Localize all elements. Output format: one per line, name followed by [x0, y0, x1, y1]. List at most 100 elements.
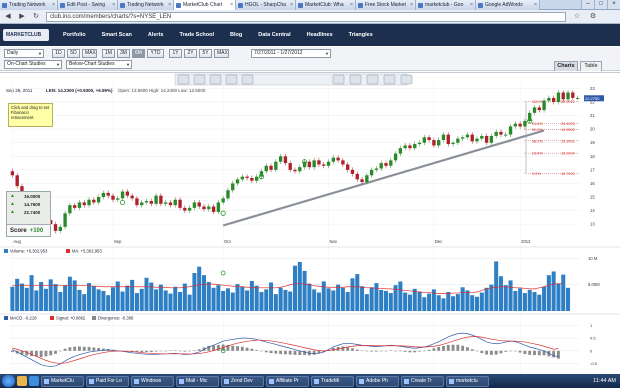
annotate-icon[interactable]	[366, 74, 379, 85]
divergence-bar	[552, 350, 556, 358]
taskbar-item[interactable]: TradeMi	[311, 375, 354, 387]
fibonacci-price: 19.1431	[561, 139, 575, 143]
browser-tab[interactable]: MarketClub Chart ×	[174, 0, 236, 10]
taskbar-item[interactable]: Create Tr	[401, 375, 444, 387]
range-button-1d[interactable]: 1D	[52, 48, 65, 58]
volume-bar	[154, 289, 159, 311]
candle-body	[264, 165, 268, 172]
reload-icon[interactable]: ↻	[30, 11, 42, 22]
close-tab-icon[interactable]: ×	[348, 2, 353, 8]
range-button-max[interactable]: MAX	[82, 48, 97, 58]
taskbar-item[interactable]: MarketClu	[41, 375, 84, 387]
quote-price: LEN: 14.2300 (+0.9300, +6.99%)	[46, 88, 113, 93]
volume-bar	[307, 283, 312, 311]
range-button-5d[interactable]: 5D	[67, 48, 80, 58]
taskbar-item-label: MarketClu	[51, 377, 74, 384]
close-tab-icon[interactable]: ×	[532, 2, 537, 8]
maximize-button[interactable]: □	[594, 0, 607, 9]
forward-icon[interactable]: ▶	[16, 11, 28, 22]
tab-table[interactable]: Table	[580, 61, 602, 71]
minimize-button[interactable]: –	[581, 0, 594, 9]
period-select[interactable]: Daily ▼	[4, 48, 44, 58]
close-tab-icon[interactable]: ×	[228, 2, 233, 8]
browser-tab[interactable]: Trading Network ×	[0, 0, 58, 10]
taskbar-item[interactable]: Zend Dev	[221, 375, 264, 387]
volume-bar	[427, 293, 432, 311]
browser-tab[interactable]: Edit Post - Swing ×	[58, 0, 118, 10]
taskbar-item[interactable]: Affiliate Pr	[266, 375, 309, 387]
browser-tab-title: HGOL - SharpCha	[245, 2, 286, 8]
close-tab-icon[interactable]: ×	[408, 2, 413, 8]
volume-legend: Volume: +6,302,953	[10, 249, 48, 254]
browser-tab[interactable]: marketclub - Goo ×	[416, 0, 476, 10]
browser-tab[interactable]: HGOL - SharpCha ×	[236, 0, 296, 10]
volume-bar	[336, 284, 341, 311]
range-button-5y[interactable]: 5Y	[199, 48, 212, 58]
browser-icon[interactable]	[29, 376, 39, 386]
star-icon[interactable]: ☆	[572, 12, 582, 22]
nav-item-alerts[interactable]: Alerts	[148, 32, 164, 38]
start-button[interactable]	[2, 375, 15, 387]
taskbar-item[interactable]: Adobe Ph	[356, 375, 399, 387]
range-button-ytd[interactable]: YTD	[147, 48, 164, 58]
range-button-6m[interactable]: 6M	[132, 48, 145, 58]
app-icon	[89, 378, 94, 384]
candle-body	[302, 161, 307, 168]
range-button-2y[interactable]: 2Y	[184, 48, 197, 58]
range-button-max[interactable]: MAX	[214, 48, 229, 58]
trend-up-icon[interactable]	[209, 74, 222, 85]
below-chart-studies-select[interactable]: Below-Chart Studies ▼	[66, 60, 132, 69]
nav-item-triangles[interactable]: Triangles	[349, 32, 373, 38]
nav-item-headlines[interactable]: Headlines	[307, 32, 333, 38]
range-button-1y[interactable]: 1Y	[169, 48, 182, 58]
nav-item-trade-school[interactable]: Trade School	[179, 32, 214, 38]
zoom-in-icon[interactable]	[383, 74, 396, 85]
divergence-bar	[169, 350, 172, 352]
cursor-icon[interactable]	[332, 74, 345, 85]
on-chart-studies-select[interactable]: On-Chart Studies ▼	[4, 60, 62, 69]
browser-tab[interactable]: Free Stock Market ×	[356, 0, 416, 10]
signal-legend: Signal: +0.0862	[56, 316, 86, 321]
candle-body	[322, 164, 326, 166]
wrench-icon[interactable]: ⚙	[588, 12, 598, 22]
price-chart[interactable]: Sep 29, 2011 LEN: 14.2300 (+0.9300, +6.99…	[0, 73, 620, 375]
volume-bar	[201, 275, 207, 311]
taskbar-item[interactable]: marketclu	[446, 375, 489, 387]
nav-item-data-central[interactable]: Data Central	[258, 32, 290, 38]
back-icon[interactable]: ◀	[2, 11, 14, 22]
nav-item-blog[interactable]: Blog	[230, 32, 242, 38]
close-tab-icon[interactable]: ×	[288, 2, 293, 8]
range-button-3m[interactable]: 3M	[117, 48, 130, 58]
divergence-bar	[82, 346, 86, 351]
close-window-button[interactable]: ×	[607, 0, 620, 9]
nav-item-portfolio[interactable]: Portfolio	[63, 32, 86, 38]
volume-bar	[489, 284, 494, 311]
alert-tool-icon[interactable]	[241, 74, 254, 85]
range-button-1m[interactable]: 1M	[102, 48, 115, 58]
taskbar-item[interactable]: Mail - Mic	[176, 375, 219, 387]
browser-tab[interactable]: Google AdWords ×	[476, 0, 540, 10]
folder-icon[interactable]	[17, 376, 27, 386]
app-icon	[44, 378, 49, 384]
nav-item-smart-scan[interactable]: Smart Scan	[102, 32, 132, 38]
fibonacci-tool-icon[interactable]	[177, 74, 190, 85]
browser-tab[interactable]: Trading Network ×	[118, 0, 174, 10]
volume-bar	[503, 285, 508, 311]
date-range-select[interactable]: 7/27/2011 - 1/27/2012 ▼	[251, 48, 331, 58]
crosshair-icon[interactable]	[349, 74, 362, 85]
zoom-out-icon[interactable]	[400, 74, 413, 85]
close-tab-icon[interactable]: ×	[110, 2, 115, 8]
divergence-bar	[456, 344, 460, 351]
triangle-tool-icon[interactable]	[193, 74, 206, 85]
tab-charts[interactable]: Charts	[554, 61, 578, 71]
taskbar-item[interactable]: Windows	[131, 375, 174, 387]
trend-down-icon[interactable]	[225, 74, 238, 85]
triangle-up-icon: ▲	[10, 192, 15, 199]
taskbar-item[interactable]: Paid For Lo	[86, 375, 129, 387]
close-tab-icon[interactable]: ×	[166, 2, 171, 8]
close-tab-icon[interactable]: ×	[50, 2, 55, 8]
url-field[interactable]: club.ino.com/members/charts/?s=NYSE_LEN	[46, 11, 566, 22]
marketclub-logo[interactable]: MARKETCLUB	[3, 29, 49, 41]
close-tab-icon[interactable]: ×	[468, 2, 473, 8]
browser-tab[interactable]: MarketClub: Wha ×	[296, 0, 356, 10]
